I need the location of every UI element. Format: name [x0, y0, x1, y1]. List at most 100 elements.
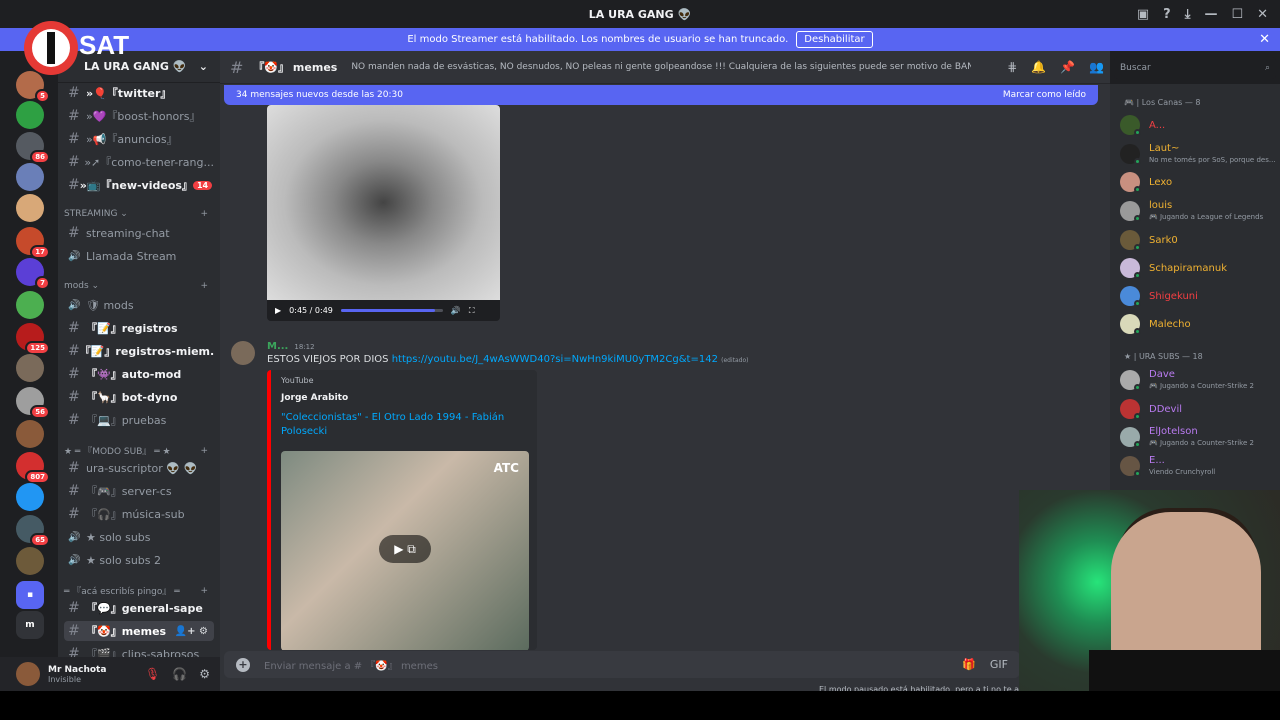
- embed-title[interactable]: "Coleccionistas" - El Otro Lado 1994 - F…: [281, 411, 511, 439]
- server-icon[interactable]: 807: [16, 452, 50, 484]
- server-icon[interactable]: ▪: [16, 581, 44, 609]
- member-item[interactable]: Sark0: [1120, 228, 1278, 254]
- member-item[interactable]: ElJotelson 🎮 Jugando a Counter-Strike 2: [1120, 425, 1278, 451]
- play-icon[interactable]: ▶ ⧉: [379, 535, 431, 563]
- video-progress[interactable]: [340, 309, 443, 312]
- server-icon[interactable]: 56: [16, 387, 50, 419]
- member-item[interactable]: louis 🎮 Jugando a League of Legends: [1120, 199, 1278, 225]
- member-item[interactable]: Shigekuni: [1120, 284, 1278, 310]
- server-icon[interactable]: [16, 101, 44, 129]
- channel-item[interactable]: # 『🤡』memes 👤+ ⚙: [64, 621, 214, 641]
- channel-item[interactable]: 🔊 ★ solo subs 2: [64, 550, 214, 570]
- channel-item[interactable]: # »➚『como-tener-rang...: [64, 152, 214, 172]
- channel-topic[interactable]: NO manden nada de esvásticas, NO desnudo…: [351, 62, 971, 72]
- channel-item[interactable]: # 『🎬』clips-sabrosos: [64, 644, 214, 657]
- member-activity: 🎮 Jugando a Counter-Strike 2: [1149, 439, 1254, 447]
- channel-item[interactable]: # »💜『boost-honors』: [64, 106, 214, 126]
- plus-icon[interactable]: +: [200, 209, 208, 219]
- new-messages-bar[interactable]: 34 mensajes nuevos desde las 20:30 Marca…: [224, 85, 1098, 105]
- plus-icon[interactable]: +: [200, 281, 208, 291]
- mute-icon[interactable]: 🎙: [145, 667, 160, 681]
- plus-icon[interactable]: +: [200, 586, 208, 596]
- channel-item[interactable]: # 『💬』general-sape: [64, 598, 214, 618]
- category-header[interactable]: mods ⌄ +: [64, 281, 214, 291]
- member-item[interactable]: A...: [1120, 113, 1278, 139]
- minimize-button[interactable]: —: [1204, 7, 1217, 22]
- channel-item[interactable]: # »🎈『twitter』: [64, 83, 214, 103]
- server-icon[interactable]: [16, 291, 44, 319]
- member-item[interactable]: Lexo: [1120, 170, 1278, 196]
- channel-item[interactable]: # 『🎧』música-sub: [64, 504, 214, 524]
- speaker-icon: 🔊: [68, 250, 81, 262]
- member-item[interactable]: Dave 🎮 Jugando a Counter-Strike 2: [1120, 368, 1278, 394]
- inbox-icon[interactable]: ▣: [1137, 7, 1149, 22]
- fullscreen-icon[interactable]: ⛶: [469, 306, 475, 316]
- server-icon[interactable]: 7: [16, 258, 50, 290]
- server-icon[interactable]: 65: [16, 515, 50, 547]
- member-item[interactable]: Schapiramanuk: [1120, 256, 1278, 282]
- server-icon[interactable]: 17: [16, 227, 50, 259]
- channel-item[interactable]: 🔊 🛡 mods: [64, 295, 214, 315]
- category-header[interactable]: ═ 『acá escribís pingo』 ═ +: [64, 584, 214, 598]
- close-icon[interactable]: ✕: [1259, 32, 1270, 47]
- server-icon[interactable]: [16, 354, 44, 382]
- server-icon[interactable]: 125: [16, 323, 50, 355]
- message-composer[interactable]: + Enviar mensaje a # 『🤡』 memes 🎁 GIF: [224, 651, 1020, 678]
- server-icon[interactable]: [16, 547, 44, 575]
- member-item[interactable]: Laut~ No me tomés por SoS, porque des...: [1120, 142, 1278, 168]
- avatar[interactable]: [16, 662, 40, 686]
- gif-icon[interactable]: GIF: [990, 658, 1008, 671]
- channel-item[interactable]: # »📺『new-videos』 14: [64, 175, 214, 195]
- channel-item[interactable]: 🔊 Llamada Stream: [64, 246, 214, 266]
- server-icon[interactable]: [16, 163, 44, 191]
- gift-icon[interactable]: 🎁: [962, 658, 976, 671]
- channel-item[interactable]: 🔊 ★ solo subs: [64, 527, 214, 547]
- server-icon[interactable]: [16, 194, 44, 222]
- bell-icon[interactable]: 🔔: [1031, 60, 1046, 74]
- category-header[interactable]: ★ ═ 『MODO SUB』 ═ ★ +: [64, 444, 214, 458]
- member-item[interactable]: Malecho: [1120, 312, 1278, 338]
- download-icon[interactable]: ⤓: [1185, 7, 1191, 22]
- gear-icon[interactable]: ⚙: [199, 667, 210, 681]
- member-item[interactable]: E... Viendo Crunchyroll: [1120, 454, 1278, 480]
- channel-item[interactable]: # 『🎮』server-cs: [64, 481, 214, 501]
- help-icon[interactable]: ?: [1163, 7, 1171, 22]
- threads-icon[interactable]: ⋕: [1007, 60, 1017, 74]
- message-link[interactable]: https://youtu.be/J_4wAsWWD40?si=NwHn9kiM…: [392, 354, 718, 365]
- server-icon[interactable]: 86: [16, 132, 50, 164]
- channel-item[interactable]: # 『📝』registros: [64, 318, 214, 338]
- maximize-button[interactable]: ☐: [1231, 7, 1243, 22]
- channel-item[interactable]: # »📢『anuncios』: [64, 129, 214, 149]
- video-player[interactable]: ▶ 0:45 / 0:49 🔊 ⛶: [267, 105, 500, 321]
- channel-item[interactable]: # streaming-chat: [64, 223, 214, 243]
- embed-thumbnail[interactable]: ATC ▶ ⧉: [281, 451, 529, 650]
- channel-item[interactable]: # 『🦙』bot-dyno: [64, 387, 214, 407]
- play-icon[interactable]: ▶: [275, 306, 281, 315]
- video-frame[interactable]: [267, 105, 500, 300]
- search-input[interactable]: Buscar ⌕: [1114, 57, 1276, 79]
- volume-icon[interactable]: 🔊: [451, 306, 461, 315]
- close-window-button[interactable]: ✕: [1257, 7, 1268, 22]
- embed-provider[interactable]: YouTube: [281, 376, 527, 385]
- pin-icon[interactable]: 📌: [1060, 60, 1075, 74]
- message-author[interactable]: M...: [267, 341, 288, 352]
- disable-streamer-button[interactable]: Deshabilitar: [796, 31, 873, 48]
- plus-icon[interactable]: +: [200, 446, 208, 456]
- channel-settings-icon[interactable]: 👤+ ⚙: [175, 626, 208, 637]
- avatar[interactable]: [231, 341, 255, 365]
- members-icon[interactable]: 👥: [1089, 60, 1104, 74]
- member-activity: Viendo Crunchyroll: [1149, 468, 1216, 476]
- server-icon[interactable]: [16, 420, 44, 448]
- channel-item[interactable]: # 『📝』registros-miem...: [64, 341, 214, 361]
- server-icon[interactable]: m: [16, 611, 44, 639]
- add-attachment-icon[interactable]: +: [236, 657, 250, 672]
- server-icon[interactable]: [16, 483, 44, 511]
- channel-item[interactable]: # ura-suscriptor 👽 👽: [64, 458, 214, 478]
- channel-item[interactable]: # 『👾』auto-mod: [64, 364, 214, 384]
- mark-read-button[interactable]: Marcar como leído: [1003, 90, 1086, 100]
- channel-item[interactable]: # 『💻』pruebas: [64, 410, 214, 430]
- member-item[interactable]: DDevil: [1120, 397, 1278, 423]
- embed-author[interactable]: Jorge Arabito: [281, 393, 527, 403]
- category-header[interactable]: STREAMING ⌄ +: [64, 209, 214, 219]
- headphones-icon[interactable]: 🎧: [172, 667, 187, 681]
